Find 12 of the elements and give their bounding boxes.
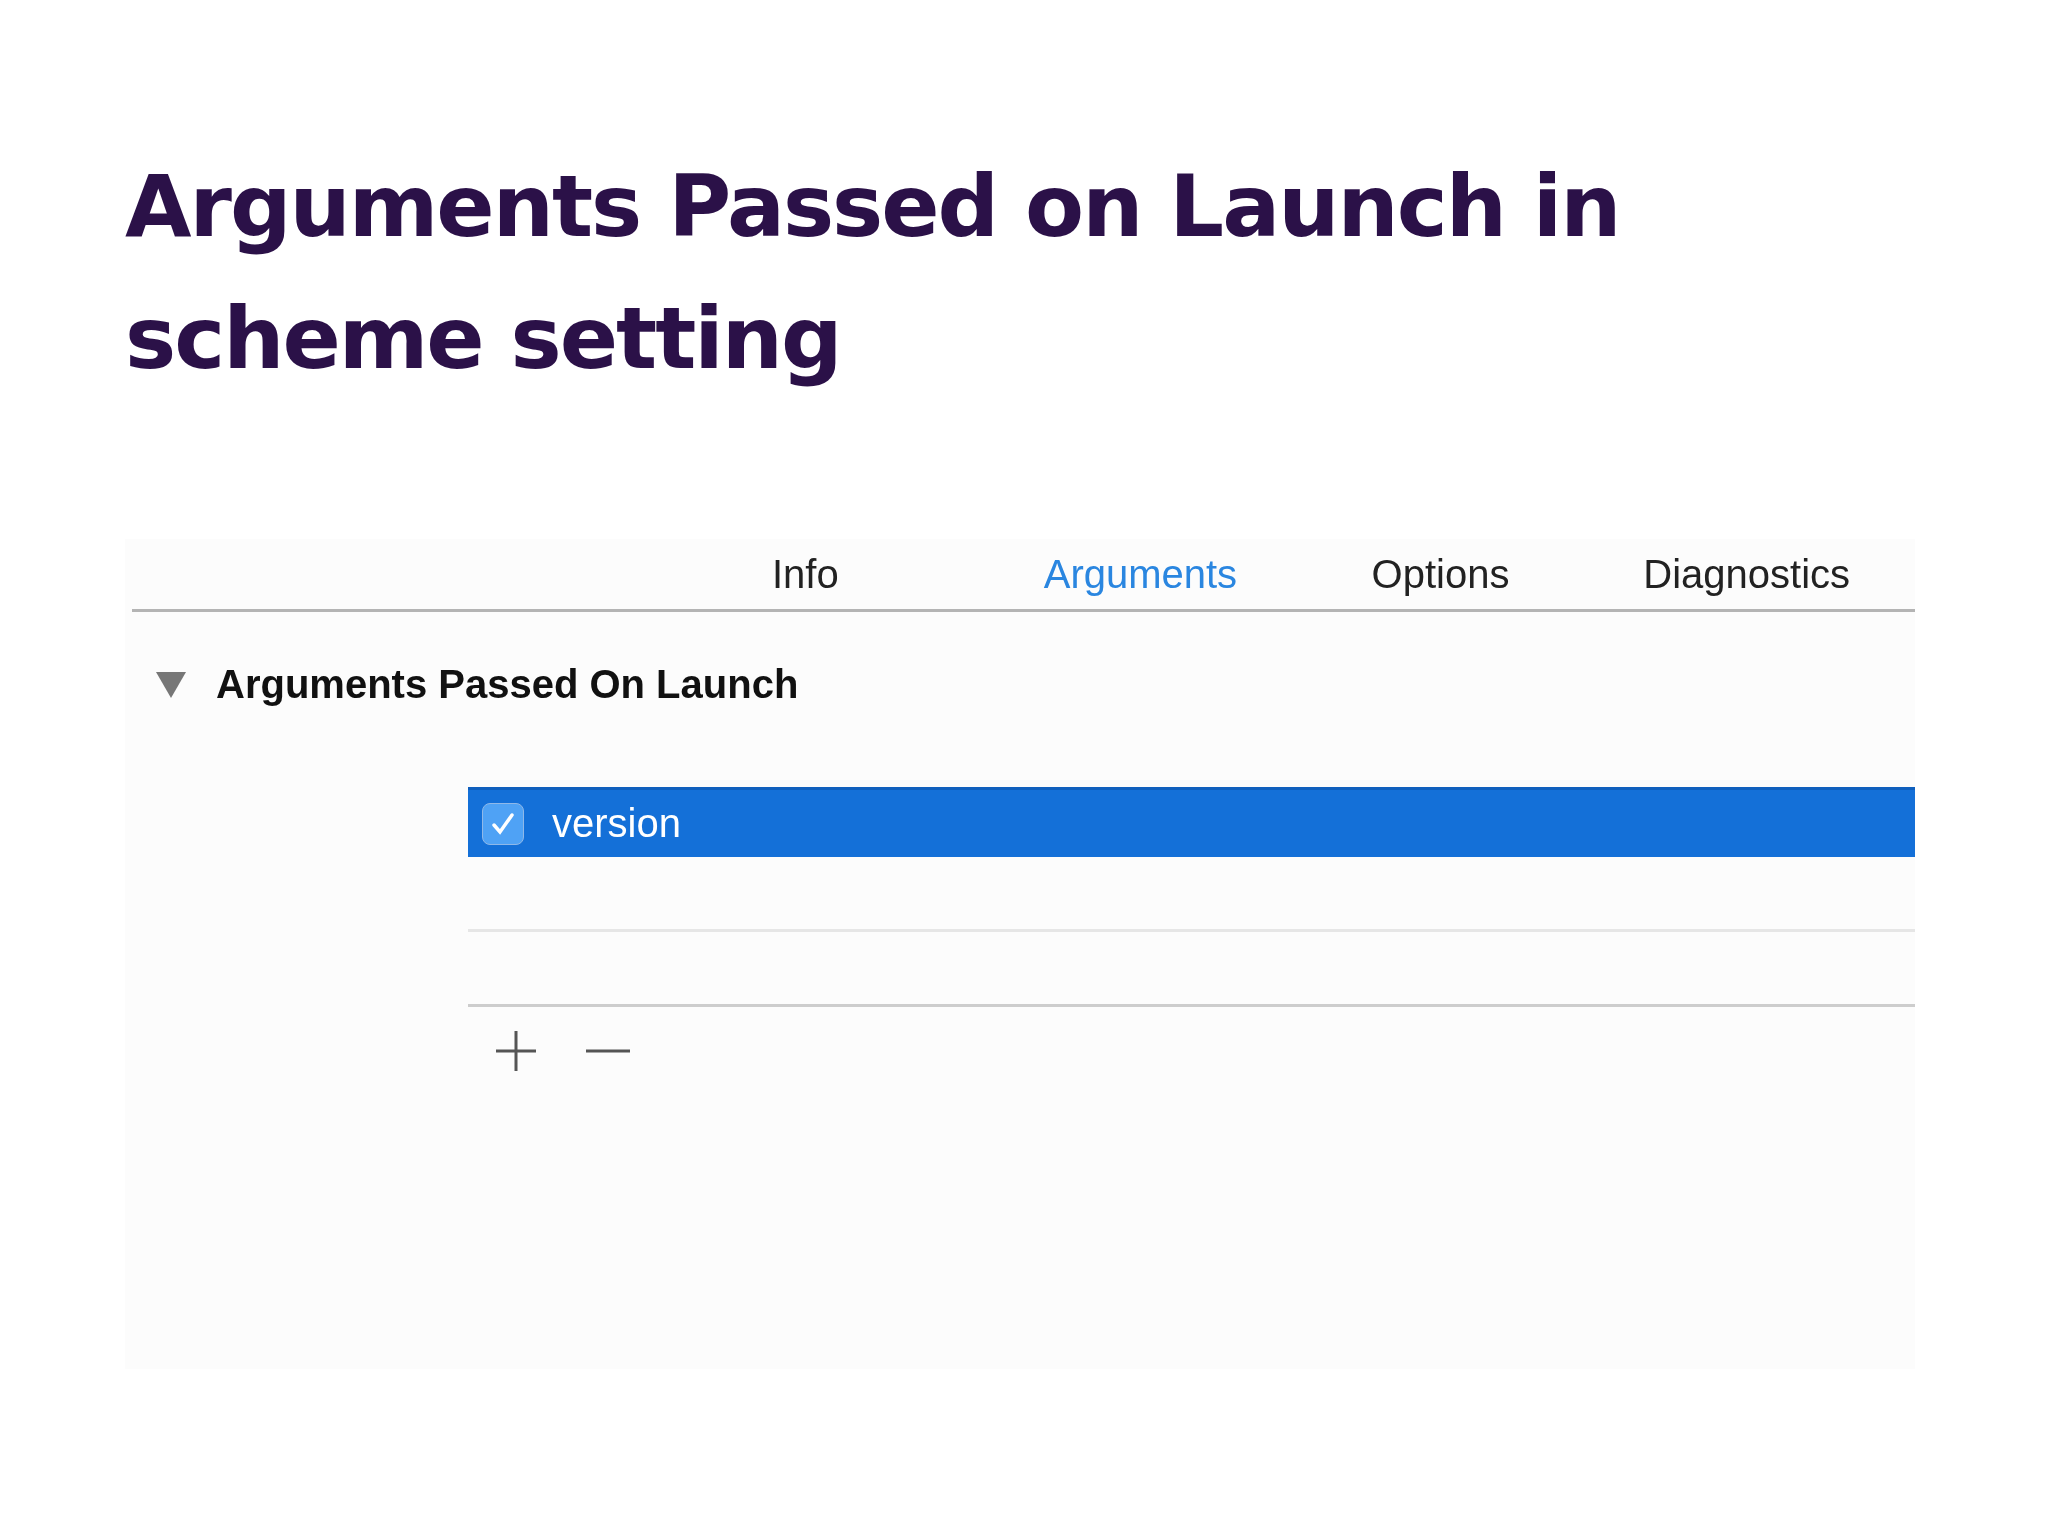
tab[interactable]: Options: [1371, 551, 1644, 597]
tab[interactable]: Diagnostics: [1643, 551, 1915, 597]
disclosure-triangle-icon[interactable]: [154, 669, 188, 700]
argument-row[interactable]: version: [468, 787, 1915, 857]
slide-title: Arguments Passed on Launch in scheme setting: [125, 155, 1621, 390]
argument-text: version: [552, 801, 681, 846]
tab[interactable]: Arguments: [1043, 551, 1372, 597]
minus-icon: [586, 1048, 630, 1054]
section-title: Arguments Passed On Launch: [216, 662, 799, 707]
tab[interactable]: Info: [772, 551, 1044, 597]
checkbox[interactable]: [482, 802, 524, 845]
plus-icon: [494, 1029, 538, 1073]
